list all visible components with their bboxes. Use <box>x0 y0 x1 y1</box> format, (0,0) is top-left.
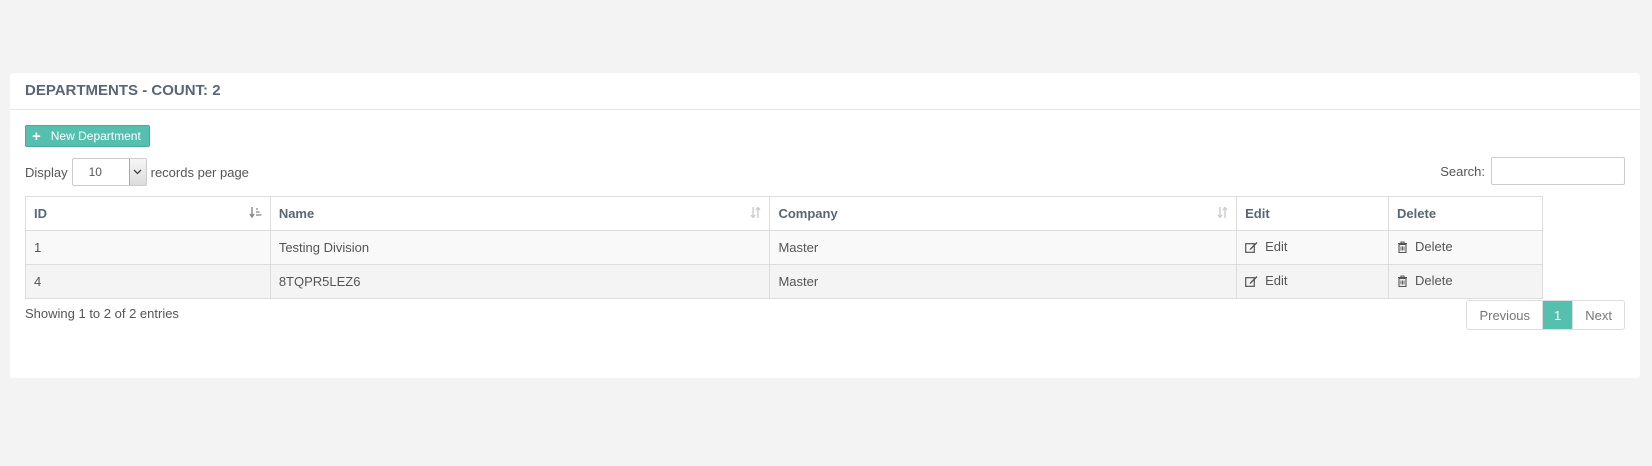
table-info: Showing 1 to 2 of 2 entries <box>25 306 179 321</box>
chevron-down-icon <box>128 159 146 185</box>
page-size-select[interactable]: 10 <box>71 158 147 186</box>
sort-ascending-icon <box>249 207 262 221</box>
cell-company: Master <box>769 264 1238 299</box>
cell-name: Testing Division <box>269 230 771 265</box>
departments-table: ID Name Company Edit Delete 1 Testing Di… <box>25 196 1543 299</box>
new-department-label: New Department <box>50 129 141 143</box>
column-header-name-label: Name <box>278 206 315 221</box>
display-label: Display <box>25 164 68 180</box>
delete-button[interactable]: Delete <box>1397 273 1453 288</box>
sort-icon <box>1217 206 1228 221</box>
edit-label: Edit <box>1265 239 1288 255</box>
table-header-row: ID Name Company Edit Delete <box>25 196 1543 231</box>
edit-icon <box>1245 275 1258 287</box>
pagination: Previous 1 Next <box>1466 300 1625 330</box>
cell-edit: Edit <box>1236 230 1390 265</box>
column-header-edit: Edit <box>1236 196 1390 231</box>
cell-delete: Delete <box>1388 230 1543 265</box>
departments-panel: DEPARTMENTS - COUNT: 2 + New Department … <box>10 73 1640 378</box>
plus-icon: + <box>32 127 41 145</box>
column-header-delete: Delete <box>1388 196 1543 231</box>
page-length-control: Display 10 records per page <box>25 158 249 186</box>
trash-icon <box>1398 241 1408 253</box>
cell-id: 4 <box>25 264 271 299</box>
edit-button[interactable]: Edit <box>1245 273 1288 289</box>
cell-company: Master <box>769 230 1238 265</box>
sort-icon <box>750 206 762 221</box>
search-control: Search: <box>1440 157 1625 185</box>
edit-icon <box>1245 241 1258 253</box>
page-1-button[interactable]: 1 <box>1543 301 1574 329</box>
records-per-page-label: records per page <box>150 164 249 180</box>
delete-button[interactable]: Delete <box>1397 239 1453 254</box>
delete-label: Delete <box>1415 239 1453 255</box>
edit-button[interactable]: Edit <box>1245 239 1288 255</box>
column-header-name[interactable]: Name <box>269 196 771 231</box>
delete-label: Delete <box>1415 273 1453 289</box>
new-department-button[interactable]: + New Department <box>25 125 150 147</box>
column-header-company[interactable]: Company <box>769 196 1238 231</box>
column-header-id[interactable]: ID <box>25 196 271 231</box>
search-input[interactable] <box>1491 157 1625 185</box>
cell-edit: Edit <box>1236 264 1390 299</box>
table-row: 4 8TQPR5LEZ6 Master Edit Delete <box>25 264 1543 299</box>
cell-delete: Delete <box>1388 264 1543 299</box>
page-title: DEPARTMENTS - COUNT: 2 <box>25 82 221 99</box>
column-header-id-label: ID <box>34 206 47 221</box>
cell-id: 1 <box>25 230 271 265</box>
search-label: Search: <box>1440 163 1485 179</box>
trash-icon <box>1398 275 1408 287</box>
edit-label: Edit <box>1265 273 1288 289</box>
table-row: 1 Testing Division Master Edit Delete <box>25 230 1543 265</box>
page-size-value: 10 <box>88 165 102 179</box>
previous-page-button[interactable]: Previous <box>1467 301 1544 329</box>
column-header-company-label: Company <box>778 206 838 221</box>
next-page-button[interactable]: Next <box>1573 301 1624 329</box>
panel-header: DEPARTMENTS - COUNT: 2 <box>10 73 1640 110</box>
cell-name: 8TQPR5LEZ6 <box>269 264 771 299</box>
